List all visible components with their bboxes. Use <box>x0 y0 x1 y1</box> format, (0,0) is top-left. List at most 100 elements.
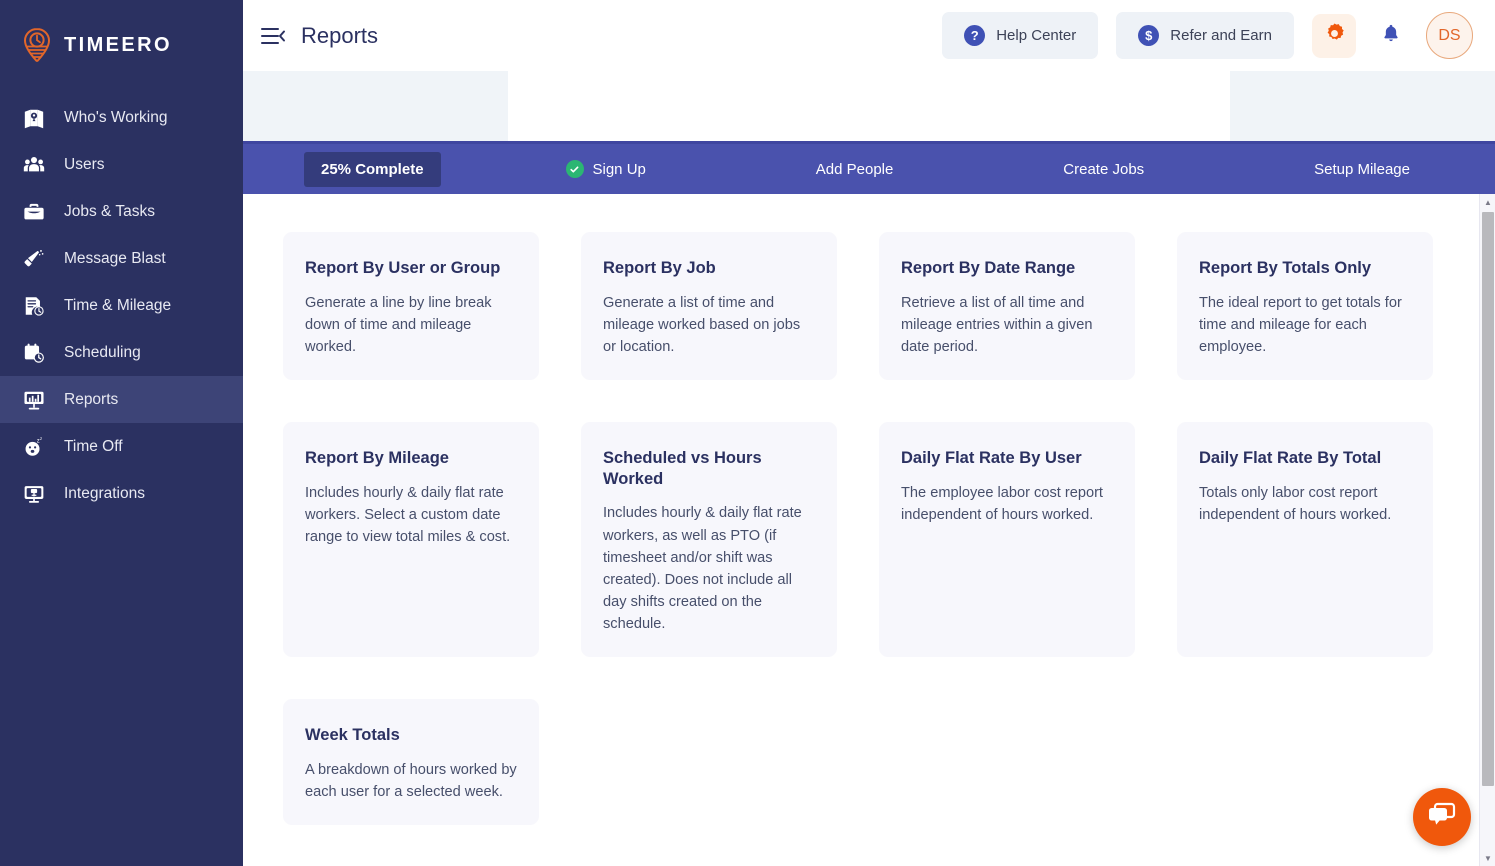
brand-logo[interactable]: TIMEERO <box>0 0 243 70</box>
report-card-title: Daily Flat Rate By User <box>901 448 1113 469</box>
banner-slot <box>508 71 1230 141</box>
scrollbar-thumb[interactable] <box>1482 212 1494 786</box>
sidebar-item-time-off[interactable]: z z Time Off <box>0 423 243 470</box>
reports-content: Report By User or Group Generate a line … <box>243 194 1479 866</box>
question-mark-icon: ? <box>964 25 985 46</box>
app-root: TIMEERO Who's Working <box>0 0 1495 866</box>
sidebar-item-integrations[interactable]: Integrations <box>0 470 243 517</box>
report-card-description: Includes hourly & daily flat rate worker… <box>603 502 815 635</box>
report-card-title: Report By Job <box>603 258 815 279</box>
report-card-description: Totals only labor cost report independen… <box>1199 482 1411 526</box>
sidebar-item-label: Who's Working <box>64 109 167 127</box>
settings-button[interactable] <box>1312 14 1356 58</box>
sidebar-item-label: Scheduling <box>64 344 141 362</box>
report-card-description: The ideal report to get totals for time … <box>1199 292 1411 359</box>
notifications-button[interactable] <box>1374 16 1408 56</box>
document-clock-icon <box>22 294 46 318</box>
report-card-date-range[interactable]: Report By Date Range Retrieve a list of … <box>879 232 1135 380</box>
report-card-description: The employee labor cost report independe… <box>901 482 1113 526</box>
report-card-mileage[interactable]: Report By Mileage Includes hourly & dail… <box>283 422 539 657</box>
onboarding-step-label: Setup Mileage <box>1314 161 1410 178</box>
chat-bubbles-icon <box>1427 801 1457 834</box>
report-card-daily-flat-rate-by-total[interactable]: Daily Flat Rate By Total Totals only lab… <box>1177 422 1433 657</box>
topbar-actions: ? Help Center $ Refer and Earn <box>942 12 1473 59</box>
onboarding-step-setup-mileage[interactable]: Setup Mileage <box>1314 161 1410 178</box>
map-pin-icon <box>22 106 46 130</box>
onboarding-step-add-people[interactable]: Add People <box>816 161 894 178</box>
scrollbar-down-arrow[interactable]: ▼ <box>1480 850 1495 866</box>
sidebar-nav: Who's Working Users <box>0 94 243 517</box>
banner-strip <box>243 71 1495 141</box>
report-card-description: A breakdown of hours worked by each user… <box>305 759 517 803</box>
avatar[interactable]: DS <box>1426 12 1473 59</box>
report-card-description: Generate a list of time and mileage work… <box>603 292 815 359</box>
svg-text:z: z <box>40 436 42 441</box>
report-card-week-totals[interactable]: Week Totals A breakdown of hours worked … <box>283 699 539 825</box>
content-wrapper: Report By User or Group Generate a line … <box>243 194 1495 866</box>
refer-and-earn-button[interactable]: $ Refer and Earn <box>1116 12 1294 59</box>
help-center-label: Help Center <box>996 27 1076 44</box>
brand-name: TIMEERO <box>64 34 172 57</box>
megaphone-icon <box>22 247 46 271</box>
dollar-sign-icon: $ <box>1138 25 1159 46</box>
monitor-plug-icon <box>22 482 46 506</box>
report-card-title: Report By User or Group <box>305 258 517 279</box>
briefcase-icon <box>22 200 46 224</box>
report-card-title: Daily Flat Rate By Total <box>1199 448 1411 469</box>
report-card-title: Report By Mileage <box>305 448 517 469</box>
sidebar-item-time-mileage[interactable]: Time & Mileage <box>0 282 243 329</box>
report-card-description: Retrieve a list of all time and mileage … <box>901 292 1113 359</box>
vertical-scrollbar[interactable]: ▲ ▼ <box>1479 194 1495 866</box>
sidebar-item-label: Time & Mileage <box>64 297 171 315</box>
sidebar-item-jobs-tasks[interactable]: Jobs & Tasks <box>0 188 243 235</box>
help-center-button[interactable]: ? Help Center <box>942 12 1098 59</box>
scrollbar-up-arrow[interactable]: ▲ <box>1480 194 1495 210</box>
check-circle-icon <box>566 160 584 178</box>
sidebar: TIMEERO Who's Working <box>0 0 243 866</box>
sidebar-item-label: Message Blast <box>64 250 166 268</box>
sidebar-item-label: Time Off <box>64 438 123 456</box>
refer-and-earn-label: Refer and Earn <box>1170 27 1272 44</box>
sidebar-item-label: Reports <box>64 391 118 409</box>
report-card-user-or-group[interactable]: Report By User or Group Generate a line … <box>283 232 539 380</box>
onboarding-step-label: Add People <box>816 161 894 178</box>
onboarding-steps: Sign Up Add People Create Jobs Setup Mil… <box>441 160 1495 178</box>
clock-pin-icon <box>22 28 52 62</box>
hamburger-collapse-icon[interactable] <box>253 16 293 56</box>
onboarding-step-label: Create Jobs <box>1063 161 1144 178</box>
reports-card-grid: Report By User or Group Generate a line … <box>283 232 1439 825</box>
sleeping-face-icon: z z <box>22 435 46 459</box>
progress-complete-badge: 25% Complete <box>304 152 441 187</box>
report-card-totals-only[interactable]: Report By Totals Only The ideal report t… <box>1177 232 1433 380</box>
sidebar-item-whos-working[interactable]: Who's Working <box>0 94 243 141</box>
onboarding-step-label: Sign Up <box>593 161 646 178</box>
report-card-daily-flat-rate-by-user[interactable]: Daily Flat Rate By User The employee lab… <box>879 422 1135 657</box>
sidebar-item-label: Jobs & Tasks <box>64 203 155 221</box>
calendar-clock-icon <box>22 341 46 365</box>
report-card-title: Scheduled vs Hours Worked <box>603 448 815 489</box>
report-card-title: Week Totals <box>305 725 517 746</box>
main-area: Reports ? Help Center $ Refer and Earn <box>243 0 1495 866</box>
presentation-chart-icon <box>22 388 46 412</box>
onboarding-progress-bar: 25% Complete Sign Up Add People Create J… <box>243 141 1495 194</box>
sidebar-item-label: Integrations <box>64 485 145 503</box>
report-card-description: Includes hourly & daily flat rate worker… <box>305 482 517 549</box>
sidebar-item-message-blast[interactable]: Message Blast <box>0 235 243 282</box>
report-card-scheduled-vs-hours-worked[interactable]: Scheduled vs Hours Worked Includes hourl… <box>581 422 837 657</box>
avatar-initials: DS <box>1438 27 1460 45</box>
report-card-description: Generate a line by line break down of ti… <box>305 292 517 359</box>
topbar: Reports ? Help Center $ Refer and Earn <box>243 0 1495 71</box>
people-icon <box>22 153 46 177</box>
report-card-title: Report By Totals Only <box>1199 258 1411 279</box>
bell-icon <box>1381 22 1401 49</box>
onboarding-step-create-jobs[interactable]: Create Jobs <box>1063 161 1144 178</box>
chat-widget-button[interactable] <box>1413 788 1471 846</box>
sidebar-item-scheduling[interactable]: Scheduling <box>0 329 243 376</box>
onboarding-step-sign-up[interactable]: Sign Up <box>566 160 646 178</box>
sidebar-item-reports[interactable]: Reports <box>0 376 243 423</box>
sidebar-item-users[interactable]: Users <box>0 141 243 188</box>
report-card-job[interactable]: Report By Job Generate a list of time an… <box>581 232 837 380</box>
sidebar-item-label: Users <box>64 156 104 174</box>
page-title: Reports <box>301 23 378 49</box>
gear-icon <box>1323 22 1346 50</box>
